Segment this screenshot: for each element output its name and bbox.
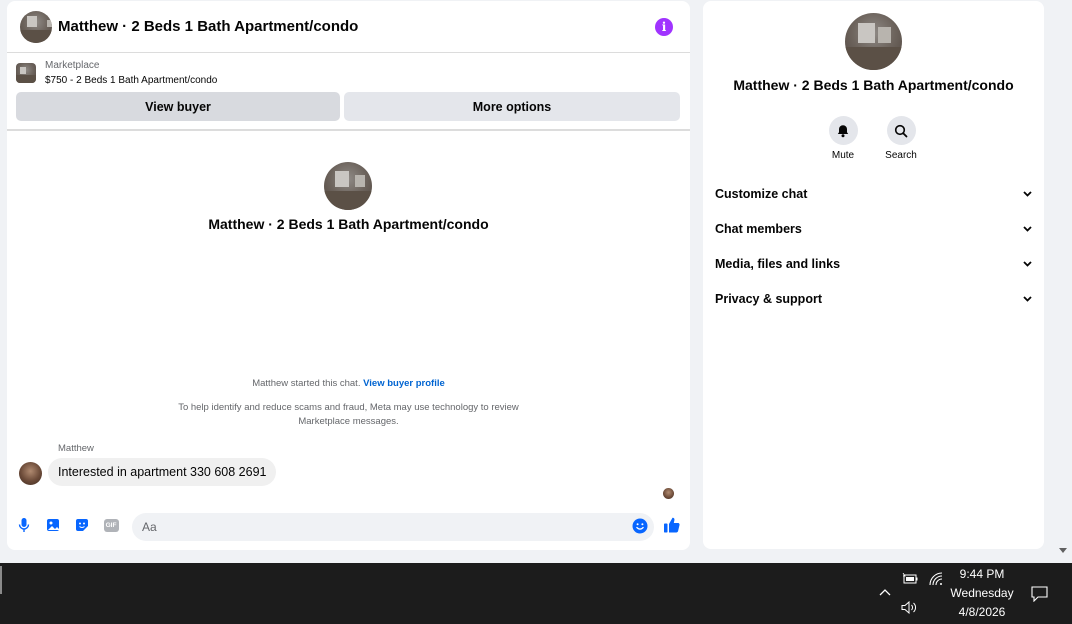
chat-started-text: Matthew started this chat. — [252, 378, 361, 389]
mute-label: Mute — [831, 150, 855, 161]
message-bubble[interactable]: Interested in apartment 330 608 2691 — [48, 458, 277, 486]
gif-label: GIF — [103, 518, 119, 532]
message-composer: GIF — [7, 511, 690, 543]
section-label: Chat members — [715, 222, 802, 236]
message-input[interactable] — [132, 513, 654, 541]
intro-avatar — [324, 162, 372, 210]
emoji-icon[interactable] — [632, 518, 648, 534]
chevron-down-icon — [1022, 259, 1032, 269]
volume-icon[interactable] — [900, 600, 918, 615]
info-avatar[interactable] — [845, 13, 902, 70]
chat-panel: Matthew · 2 Beds 1 Bath Apartment/condo … — [7, 1, 690, 550]
taskbar-edge — [0, 566, 2, 594]
section-customize-chat[interactable]: Customize chat — [715, 182, 1032, 206]
search-action[interactable]: Search — [876, 116, 926, 161]
like-icon[interactable] — [663, 516, 681, 534]
chat-started-line: Matthew started this chat. View buyer pr… — [7, 378, 690, 389]
listing-strip: Marketplace $750 - 2 Beds 1 Bath Apartme… — [7, 53, 690, 131]
gif-icon[interactable]: GIF — [103, 517, 119, 533]
search-icon — [894, 124, 908, 137]
section-label: Media, files and links — [715, 257, 841, 271]
chat-header: Matthew · 2 Beds 1 Bath Apartment/condo … — [7, 1, 690, 53]
seen-indicator-avatar — [663, 488, 674, 499]
chevron-up-icon[interactable] — [878, 585, 892, 599]
listing-label: Marketplace — [45, 60, 100, 71]
image-icon[interactable] — [45, 517, 61, 533]
chat-title[interactable]: Matthew · 2 Beds 1 Bath Apartment/condo — [58, 18, 358, 35]
section-media-files-links[interactable]: Media, files and links — [715, 252, 1032, 276]
clock-day: Wednesday — [950, 586, 1014, 600]
section-label: Customize chat — [715, 187, 808, 201]
section-chat-members[interactable]: Chat members — [715, 217, 1032, 241]
mute-button[interactable] — [828, 116, 858, 145]
notification-icon[interactable] — [1030, 585, 1048, 603]
search-button[interactable] — [886, 116, 916, 145]
scam-notice: To help identify and reduce scams and fr… — [178, 402, 519, 427]
search-label: Search — [885, 150, 917, 161]
clock-date: 4/8/2026 — [958, 605, 1006, 619]
listing-title[interactable]: $750 - 2 Beds 1 Bath Apartment/condo — [45, 75, 217, 86]
chat-avatar[interactable] — [20, 10, 52, 43]
taskbar-clock[interactable]: 9:44 PM Wednesday 4/8/2026 — [944, 565, 1020, 622]
listing-thumbnail[interactable] — [16, 63, 36, 83]
section-label: Privacy & support — [715, 292, 822, 306]
taskbar: 9:44 PM Wednesday 4/8/2026 — [0, 563, 1072, 624]
bell-icon — [837, 124, 849, 137]
sender-avatar[interactable] — [19, 462, 42, 485]
chevron-down-icon — [1022, 189, 1032, 199]
mic-icon[interactable] — [16, 517, 32, 533]
sticker-icon[interactable] — [74, 517, 90, 533]
mute-action[interactable]: Mute — [818, 116, 868, 161]
wifi-icon[interactable] — [927, 570, 943, 586]
view-buyer-button[interactable]: View buyer — [16, 92, 340, 121]
battery-icon[interactable] — [901, 571, 918, 585]
info-panel: Matthew · 2 Beds 1 Bath Apartment/condo … — [703, 1, 1044, 549]
intro-title: Matthew · 2 Beds 1 Bath Apartment/condo — [208, 216, 489, 232]
section-privacy-support[interactable]: Privacy & support — [715, 287, 1032, 311]
view-buyer-profile-link[interactable]: View buyer profile — [363, 378, 445, 389]
sender-name: Matthew — [58, 443, 94, 454]
more-options-button[interactable]: More options — [344, 92, 680, 121]
chevron-down-icon — [1022, 224, 1032, 234]
info-icon[interactable]: i — [655, 18, 673, 36]
chevron-down-icon — [1022, 294, 1032, 304]
info-title: Matthew · 2 Beds 1 Bath Apartment/condo — [733, 77, 1014, 93]
scroll-down-arrow[interactable] — [1059, 548, 1067, 553]
clock-time: 9:44 PM — [959, 567, 1005, 581]
